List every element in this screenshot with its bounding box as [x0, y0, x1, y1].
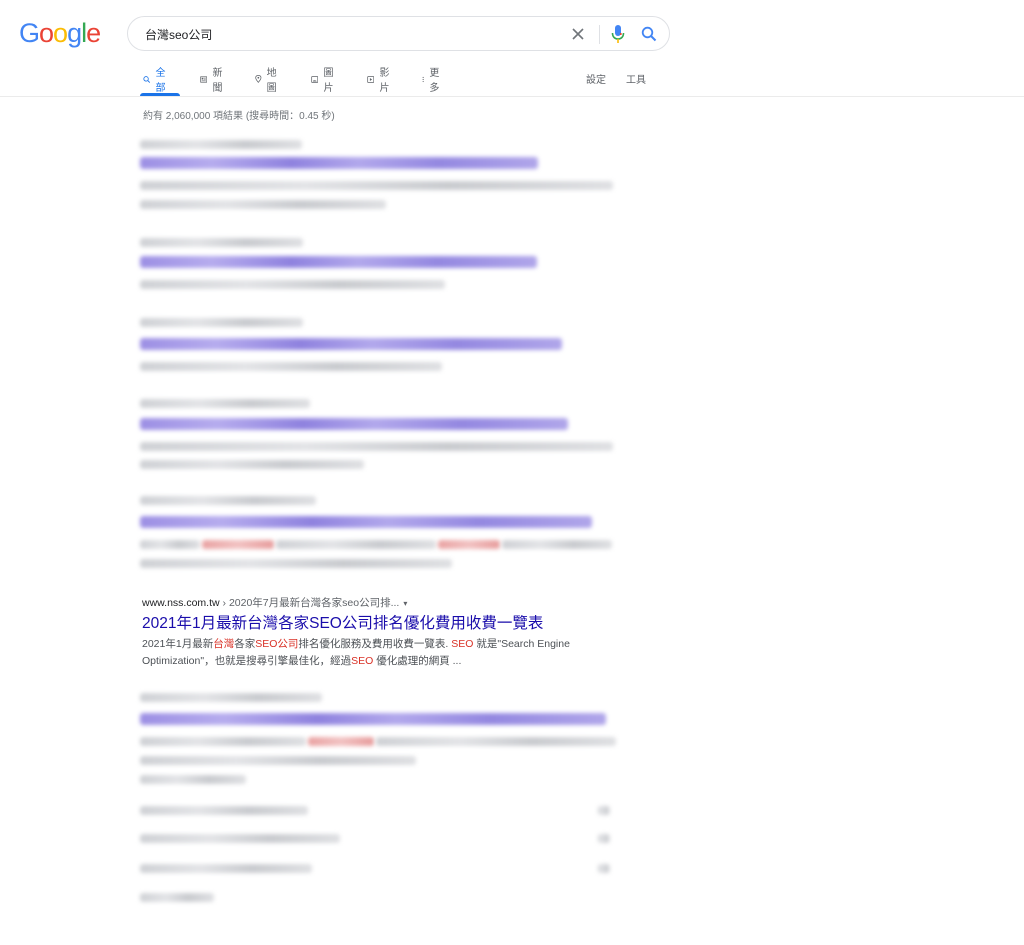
tab-label: 圖片 [323, 68, 334, 94]
logo-letter: g [67, 18, 82, 48]
logo-letter: e [86, 18, 101, 48]
blurred-result-snippet [140, 559, 452, 568]
image-icon [311, 75, 319, 83]
tools-link[interactable]: 工具 [626, 71, 646, 86]
logo-letter: G [19, 18, 40, 48]
snippet-highlight: SEO [351, 655, 374, 667]
google-logo[interactable]: Google [19, 17, 101, 49]
blurred-sitelink[interactable] [140, 864, 312, 873]
blurred-result-url [140, 318, 303, 327]
tab-videos[interactable]: 影片 [367, 68, 393, 94]
blurred-result-title[interactable] [140, 338, 562, 350]
video-icon [367, 75, 375, 83]
microphone-icon[interactable] [610, 24, 626, 44]
blurred-result-url [140, 693, 322, 702]
blurred-result-snippet-highlight [308, 737, 374, 746]
blurred-result-snippet [276, 540, 436, 549]
tab-label: 全部 [155, 68, 166, 94]
blurred-result-title[interactable] [140, 256, 537, 268]
news-icon [200, 75, 208, 83]
tab-all[interactable]: 全部 [143, 68, 169, 94]
header-divider [0, 96, 1024, 97]
blurred-result-snippet [140, 181, 613, 190]
result-breadcrumb: › 2020年7月最新台灣各家seo公司排... [219, 597, 400, 609]
result-title-link[interactable]: 2021年1月最新台灣各家SEO公司排名優化費用收費一覽表 [142, 611, 543, 633]
snippet-highlight: 台灣 [213, 638, 235, 650]
blurred-result-snippet [140, 200, 386, 209]
snippet-text: 2021年1月最新 [142, 638, 214, 650]
blurred-result-title[interactable] [140, 418, 568, 430]
clear-icon[interactable] [570, 26, 586, 42]
blurred-result-snippet [376, 737, 616, 746]
search-icon[interactable] [640, 25, 658, 43]
tab-more[interactable]: 更多 [422, 68, 441, 94]
blurred-result-url [140, 496, 316, 505]
map-pin-icon [255, 75, 262, 83]
snippet-text: 各家 [234, 638, 256, 650]
chevron-down-icon[interactable] [598, 834, 610, 843]
tab-label: 地圖 [266, 68, 277, 94]
blurred-result-snippet [140, 756, 416, 765]
tab-label: 更多 [429, 68, 440, 94]
blurred-result-snippet-highlight [202, 540, 274, 549]
snippet-highlight: SEO公司 [255, 638, 299, 650]
result-url: www.nss.com.tw › 2020年7月最新台灣各家seo公司排... ▾ [142, 595, 407, 610]
result-stats: 約有 2,060,000 項結果 (搜尋時間：0.45 秒) [143, 111, 335, 122]
tab-images[interactable]: 圖片 [311, 68, 337, 94]
settings-link[interactable]: 設定 [586, 71, 606, 86]
blurred-result-url [140, 399, 310, 408]
blurred-result-snippet [140, 362, 442, 371]
blurred-result-url [140, 238, 303, 247]
chevron-down-icon[interactable] [598, 806, 610, 815]
result-snippet: 2021年1月最新台灣各家SEO公司排名優化服務及費用收費一覽表. SEO 就是… [142, 636, 612, 670]
snippet-highlight: SEO [451, 638, 474, 650]
snippet-text: 排名優化服務及費用收費一覽表. [298, 638, 452, 650]
blurred-sitelink[interactable] [140, 834, 340, 843]
blurred-result-snippet [140, 775, 246, 784]
search-input[interactable]: 台灣seo公司 [145, 26, 212, 43]
blurred-result-snippet [140, 280, 445, 289]
blurred-sitelink[interactable] [140, 893, 214, 902]
blurred-result-snippet-highlight [438, 540, 500, 549]
search-box[interactable]: 台灣seo公司 [127, 16, 670, 51]
result-domain: www.nss.com.tw [142, 597, 220, 609]
more-vert-icon [422, 76, 424, 82]
blurred-result-snippet [140, 442, 613, 451]
tab-label: 影片 [379, 68, 390, 94]
blurred-result-snippet [502, 540, 612, 549]
blurred-result-title[interactable] [140, 713, 606, 725]
tab-label: 新聞 [212, 68, 223, 94]
blurred-result-snippet [140, 540, 200, 549]
chevron-down-icon[interactable] [598, 864, 610, 873]
search-icon [143, 75, 151, 83]
blurred-result-title[interactable] [140, 516, 592, 528]
tab-maps[interactable]: 地圖 [255, 68, 280, 94]
blurred-result-title[interactable] [140, 157, 538, 169]
chevron-down-icon[interactable]: ▾ [403, 599, 407, 608]
logo-letter: o [39, 18, 54, 48]
blurred-result-url [140, 140, 302, 149]
blurred-sitelink[interactable] [140, 806, 308, 815]
blurred-result-snippet [140, 460, 364, 469]
logo-letter: o [53, 18, 68, 48]
blurred-result-snippet [140, 737, 306, 746]
search-divider [599, 25, 600, 44]
tab-news[interactable]: 新聞 [200, 68, 226, 94]
snippet-text: 優化處理的網頁 ... [373, 655, 462, 667]
